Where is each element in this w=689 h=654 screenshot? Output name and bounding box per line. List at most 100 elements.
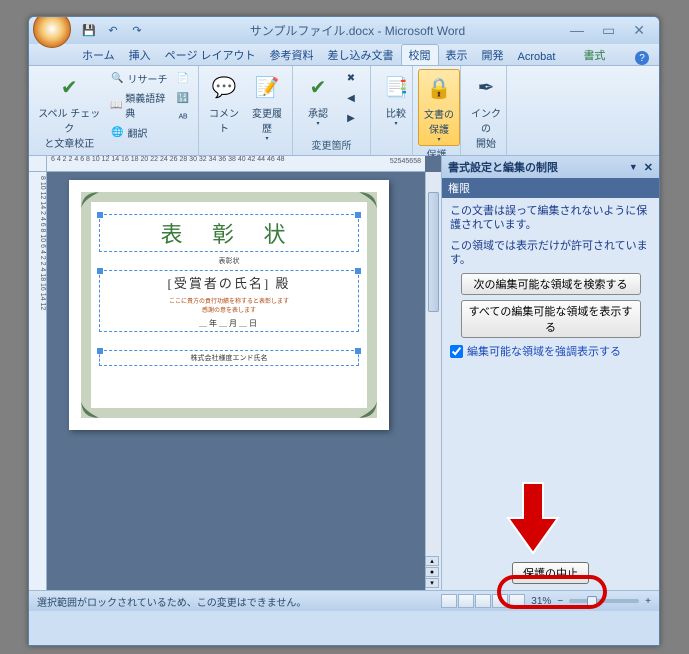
editable-region[interactable]: 表 彰 状 [99,214,359,252]
highlight-regions-checkbox[interactable]: 編集可能な領域を強調表示する [450,343,651,359]
tab-insert[interactable]: 挿入 [122,45,158,65]
tab-mailings[interactable]: 差し込み文書 [321,45,401,65]
next-icon: ▶ [343,110,359,126]
quick-access-toolbar: 💾 ↶ ↷ [81,23,145,39]
web-layout-view[interactable] [475,594,491,608]
corner-ornament [357,190,379,212]
highlight-checkbox-input[interactable] [450,345,463,358]
certificate-body: ここに貴方の貢行功績を称すると表彰します 感謝の意を表します [102,296,356,314]
scrollbar-thumb[interactable] [428,192,439,312]
research-icon: 🔍 [110,70,126,86]
taskpane-title: 書式設定と編集の制限 [448,159,558,175]
translate-icon: 🌐 [110,124,126,140]
reject-button[interactable]: ✖ [341,69,361,87]
lock-icon: 🔒 [423,72,455,104]
pen-icon: ✒ [470,71,502,103]
ribbon-group-ink: ✒インクの 開始 [461,66,507,155]
tab-review[interactable]: 校閲 [401,44,439,65]
accept-icon: ✔ [302,71,334,103]
ribbon-group-protect: 🔒文書の 保護▾ 保護 [413,66,461,155]
ribbon-tabs: ホーム 挿入 ページ レイアウト 参考資料 差し込み文書 校閲 表示 開発 Ac… [29,44,659,66]
maximize-button[interactable]: ▭ [602,22,615,39]
certificate-date: ＿年＿月＿日 [102,318,356,329]
tab-references[interactable]: 参考資料 [263,45,321,65]
prev-page-button[interactable]: ▴ [425,556,439,566]
horizontal-ruler[interactable]: 6 4 2 2 4 6 8 10 12 14 16 18 20 22 24 26… [47,156,425,172]
full-screen-view[interactable] [458,594,474,608]
translate-button[interactable]: 🌐翻訳 [108,123,170,141]
save-icon[interactable]: 💾 [81,23,97,39]
window-controls: — ▭ ✕ [570,22,645,39]
corner-ornament [79,398,101,420]
tab-format-context[interactable]: 書式 [576,45,612,65]
window-title: サンプルファイル.docx - Microsoft Word [145,22,570,39]
next-page-button[interactable]: ▾ [425,578,439,588]
certificate-content: 表 彰 状 表彰状 [受賞者の氏名] 殿 ここに貴方の貢行功績を称すると表彰しま… [99,210,359,400]
track-icon: 📝 [251,71,283,103]
status-message: 選択範囲がロックされているため、この変更はできません。 [37,594,306,609]
misc-button-1[interactable]: 📄 [173,69,193,87]
compare-button[interactable]: 📑比較▾ [376,69,416,129]
help-icon[interactable]: ? [635,51,649,65]
accept-button[interactable]: ✔承認▾ [298,69,338,129]
browse-object-button[interactable]: ● [425,567,439,577]
titlebar: 💾 ↶ ↷ サンプルファイル.docx - Microsoft Word — ▭… [29,17,659,44]
certificate-subtitle: 表彰状 [99,256,359,266]
prev-change-button[interactable]: ◀ [341,89,361,107]
next-change-button[interactable]: ▶ [341,109,361,127]
prev-icon: ◀ [343,90,359,106]
tab-home[interactable]: ホーム [75,45,122,65]
editable-region[interactable]: 株式会社様度エンド氏名 [99,350,359,366]
show-all-regions-button[interactable]: すべての編集可能な領域を表示する [461,300,641,338]
spellcheck-icon: ✔ [53,71,85,103]
document-page[interactable]: 表 彰 状 表彰状 [受賞者の氏名] 殿 ここに貴方の貢行功績を称すると表彰しま… [69,180,389,430]
tab-page-layout[interactable]: ページ レイアウト [158,45,263,65]
misc-button-3[interactable]: ᴬᴮ [173,109,193,127]
certificate-title: 表 彰 状 [102,217,356,249]
taskpane-close-icon[interactable]: ✕ [644,161,653,174]
misc-icon: ᴬᴮ [175,110,191,126]
ribbon-group-changes: ✔承認▾ ✖ ◀ ▶ 変更箇所 [293,66,371,155]
redo-icon[interactable]: ↷ [129,23,145,39]
taskpane-section-title: 権限 [442,178,659,198]
comment-button[interactable]: 💬コメント [204,69,244,137]
vertical-ruler[interactable]: 8 10 12 14 2 4 6 8 10 6 4 2 2 4 18 16 14… [29,172,47,590]
track-changes-button[interactable]: 📝変更履歴▾ [247,69,287,144]
browse-object-buttons: ▴ ● ▾ [425,556,439,588]
protect-document-button[interactable]: 🔒文書の 保護▾ [418,69,460,146]
app-window: 💾 ↶ ↷ サンプルファイル.docx - Microsoft Word — ▭… [28,16,660,646]
ribbon-group-comments: 💬コメント 📝変更履歴▾ [199,66,293,155]
ruler-corner [29,156,47,172]
spellcheck-button[interactable]: ✔ スペル チェック と文章校正 [34,69,105,152]
ink-button[interactable]: ✒インクの 開始 [466,69,506,152]
taskpane-menu-icon[interactable]: ▼ [629,162,638,172]
annotation-arrow [503,478,563,561]
book-icon: 📖 [110,97,124,113]
side-numbers: 34323028262422 [29,492,31,570]
misc-button-2[interactable]: 🔢 [173,89,193,107]
undo-icon[interactable]: ↶ [105,23,121,39]
tab-developer[interactable]: 開発 [475,45,511,65]
recipient-name: [受賞者の氏名] 殿 [102,273,356,292]
thesaurus-button[interactable]: 📖類義語辞典 [108,89,170,121]
zoom-in-button[interactable]: + [645,596,651,607]
vertical-scrollbar[interactable]: ▴ ● ▾ [425,172,441,590]
close-button[interactable]: ✕ [633,22,645,39]
office-button[interactable] [33,16,71,48]
protection-message-1: この文書は誤って編集されないように保護されています。 [450,204,651,233]
corner-ornament [357,398,379,420]
protection-message-2: この領域では表示だけが許可されています。 [450,239,651,268]
ribbon: ✔ スペル チェック と文章校正 🔍リサーチ 📖類義語辞典 🌐翻訳 📄 🔢 ᴬᴮ… [29,66,659,156]
editable-region[interactable]: [受賞者の氏名] 殿 ここに貴方の貢行功績を称すると表彰します 感謝の意を表しま… [99,270,359,332]
minimize-button[interactable]: — [570,22,584,39]
print-layout-view[interactable] [441,594,457,608]
misc-icon: 📄 [175,70,191,86]
comment-icon: 💬 [208,71,240,103]
reject-icon: ✖ [343,70,359,86]
tab-acrobat[interactable]: Acrobat [511,49,563,65]
find-next-region-button[interactable]: 次の編集可能な領域を検索する [461,273,641,295]
research-button[interactable]: 🔍リサーチ [108,69,170,87]
ruler-end: 52545658 [390,158,421,165]
tab-view[interactable]: 表示 [439,45,475,65]
annotation-ring [497,575,607,609]
